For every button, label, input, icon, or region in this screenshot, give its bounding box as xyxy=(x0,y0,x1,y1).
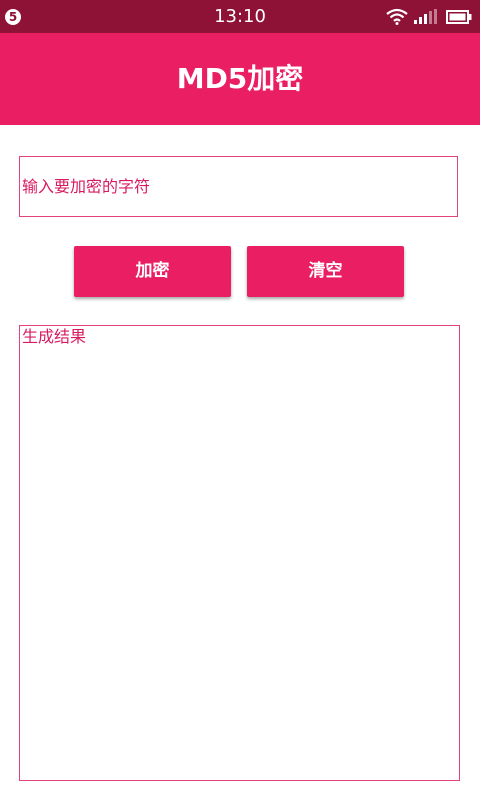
text-input-container[interactable] xyxy=(19,156,458,217)
signal-icon xyxy=(414,9,437,24)
status-time: 13:10 xyxy=(214,6,266,27)
battery-icon xyxy=(446,10,472,24)
result-area[interactable]: 生成结果 xyxy=(19,325,460,781)
text-input[interactable] xyxy=(22,157,452,216)
clear-button[interactable]: 清空 xyxy=(247,246,404,297)
page-title: MD5加密 xyxy=(176,62,304,95)
app-bar: MD5加密 xyxy=(0,33,480,125)
result-label: 生成结果 xyxy=(22,327,87,346)
encrypt-button[interactable]: 加密 xyxy=(74,246,231,297)
wifi-icon xyxy=(386,8,408,25)
status-bar: 5 13:10 xyxy=(0,0,480,33)
